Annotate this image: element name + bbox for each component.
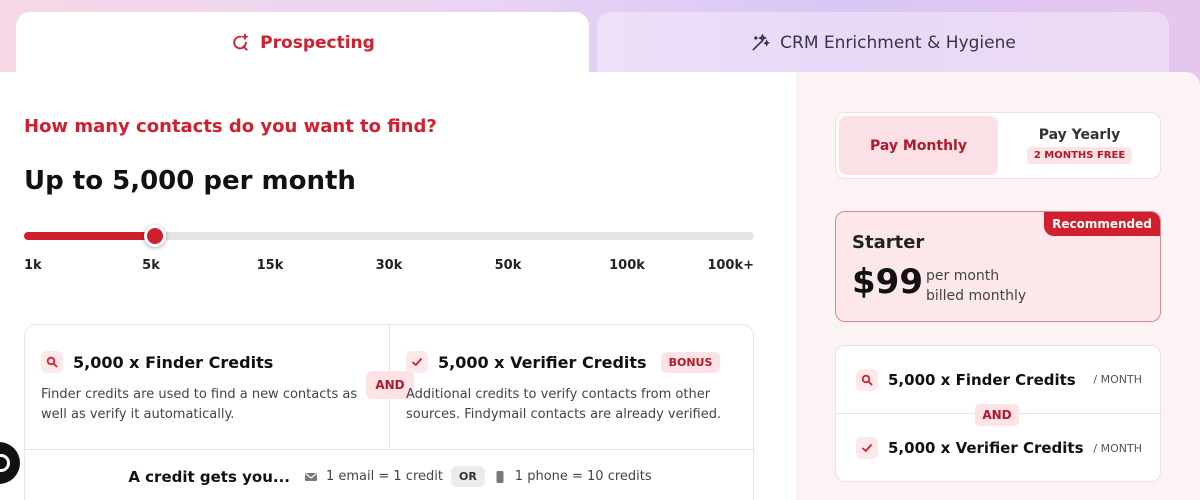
contacts-panel: How many contacts do you want to find? U… — [0, 72, 796, 500]
plan-period-line2: billed monthly — [926, 288, 1027, 304]
search-icon — [856, 368, 878, 391]
slider-thumb[interactable] — [144, 225, 166, 247]
summary-finder-unit: / MONTH — [1093, 373, 1142, 386]
contacts-slider[interactable] — [24, 225, 754, 247]
email-credit-text: 1 email = 1 credit — [325, 469, 443, 484]
tab-prospecting[interactable]: Prospecting — [16, 12, 589, 74]
magic-wand-icon — [752, 33, 771, 51]
pay-monthly-option[interactable]: Pay Monthly — [839, 116, 998, 175]
verifier-credits-description: Additional credits to verify contacts fr… — [406, 387, 722, 422]
verifier-credits-card: 5,000 x Verifier Credits BONUS Additiona… — [390, 325, 755, 449]
finder-credits-heading: 5,000 x Finder Credits — [41, 351, 273, 373]
slider-tick-1k[interactable]: 1k — [24, 258, 42, 273]
product-tabs: Prospecting CRM Enrichment & Hygiene — [16, 12, 1170, 74]
verifier-credits-heading: 5,000 x Verifier Credits BONUS — [406, 351, 721, 373]
phone-credit-text: 1 phone = 10 credits — [514, 469, 652, 484]
bonus-badge: BONUS — [660, 351, 721, 373]
plan-price: $99 — [852, 262, 923, 302]
starter-plan-card[interactable]: Recommended Starter $99 per month billed… — [835, 211, 1161, 322]
credit-value-row: A credit gets you... 1 email = 1 credit … — [25, 449, 755, 500]
check-icon — [406, 351, 428, 373]
credits-box: 5,000 x Finder Credits Finder credits ar… — [24, 324, 755, 500]
plan-period: per month billed monthly — [926, 266, 1026, 306]
check-icon — [856, 437, 878, 459]
tab-crm-enrichment[interactable]: CRM Enrichment & Hygiene — [597, 12, 1169, 74]
or-badge: OR — [450, 466, 485, 487]
phone-icon — [496, 470, 504, 483]
finder-credits-card: 5,000 x Finder Credits Finder credits ar… — [25, 325, 390, 449]
slider-ticks: 1k 5k 15k 30k 50k 100k 100k+ — [24, 258, 754, 278]
plan-summary: 5,000 x Finder Credits / MONTH AND 5,000… — [835, 345, 1162, 482]
slider-tick-100k-plus[interactable]: 100k+ — [707, 258, 754, 273]
slider-tick-15k[interactable]: 15k — [257, 258, 284, 273]
slider-tick-5k[interactable]: 5k — [142, 258, 160, 273]
recommended-badge: Recommended — [1044, 212, 1160, 236]
tab-prospecting-label: Prospecting — [260, 33, 375, 53]
slider-fill — [24, 232, 155, 240]
slider-tick-100k[interactable]: 100k — [609, 258, 645, 273]
finder-credits-description: Finder credits are used to find a new co… — [41, 387, 358, 422]
summary-finder-title: 5,000 x Finder Credits — [888, 370, 1076, 389]
verifier-credits-title: 5,000 x Verifier Credits — [438, 352, 647, 372]
summary-verifier-title: 5,000 x Verifier Credits — [888, 439, 1084, 457]
summary-verifier-row: 5,000 x Verifier Credits / MONTH — [836, 414, 1162, 482]
pay-yearly-label: Pay Yearly — [1038, 127, 1121, 143]
contacts-amount: Up to 5,000 per month — [24, 166, 356, 196]
credit-gets-label: A credit gets you... — [128, 467, 290, 486]
pricing-panel: Pay Monthly Pay Yearly 2 MONTHS FREE Rec… — [796, 72, 1200, 500]
slider-tick-30k[interactable]: 30k — [376, 258, 403, 273]
credit-value-content: A credit gets you... 1 email = 1 credit … — [25, 466, 755, 487]
summary-verifier-unit: / MONTH — [1093, 441, 1142, 455]
contacts-question: How many contacts do you want to find? — [24, 116, 437, 137]
finder-credits-title: 5,000 x Finder Credits — [73, 352, 274, 372]
plan-period-line1: per month — [926, 268, 1000, 284]
tab-crm-label: CRM Enrichment & Hygiene — [780, 33, 1016, 53]
chat-logo-icon — [0, 454, 10, 472]
email-icon — [304, 472, 317, 481]
months-free-badge: 2 MONTHS FREE — [1026, 147, 1133, 164]
plan-name: Starter — [852, 232, 925, 253]
pay-yearly-option[interactable]: Pay Yearly 2 MONTHS FREE — [1000, 116, 1159, 175]
billing-toggle: Pay Monthly Pay Yearly 2 MONTHS FREE — [835, 112, 1161, 179]
slider-tick-50k[interactable]: 50k — [495, 258, 522, 273]
search-sparkle-icon — [233, 33, 249, 51]
search-icon — [41, 351, 63, 373]
